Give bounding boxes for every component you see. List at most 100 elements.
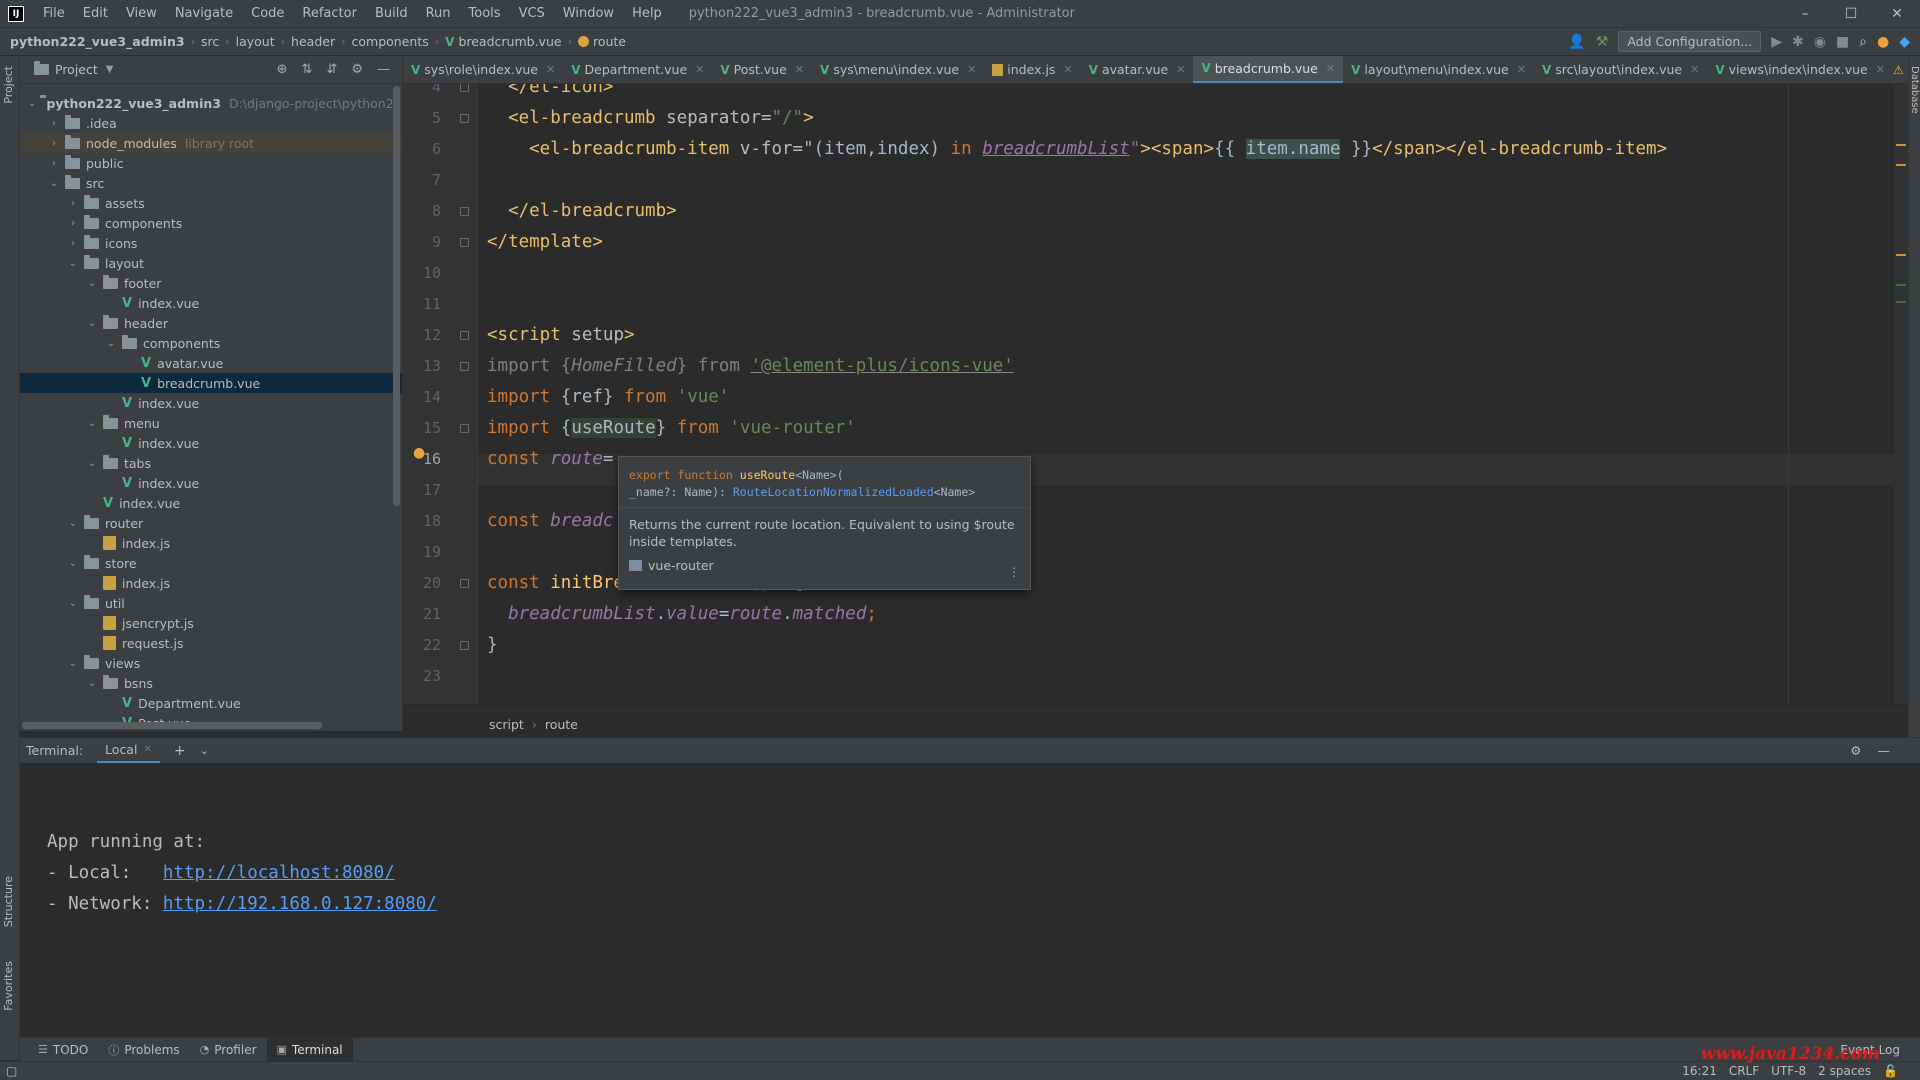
code-line[interactable]: } <box>487 630 498 661</box>
tree-file[interactable]: request.js <box>20 633 402 653</box>
change-marker[interactable] <box>1896 301 1906 303</box>
tool-tab-problems[interactable]: ⓘ Problems <box>98 1038 189 1062</box>
debug-icon[interactable]: ✱ <box>1792 34 1804 50</box>
project-tool-button[interactable]: Project <box>2 66 15 104</box>
fold-marker-icon[interactable] <box>460 238 469 247</box>
code-line[interactable]: breadcrumbList.value=route.matched; <box>487 599 877 630</box>
terminal-panel[interactable]: Terminal: Local ✕ + ⌄ ⚙ — App running at:… <box>20 737 1920 1037</box>
expand-all-icon[interactable]: ⇅ <box>302 62 313 77</box>
caret-position[interactable]: 16:21 <box>1682 1064 1717 1078</box>
tree-folder[interactable]: ⌄ components <box>20 333 402 353</box>
tool-tab-terminal[interactable]: ▣ Terminal <box>266 1037 353 1062</box>
tree-folder[interactable]: ⌄ router <box>20 513 402 533</box>
editor-tab[interactable]: V Department.vue ✕ <box>563 56 712 83</box>
line-separator[interactable]: CRLF <box>1729 1064 1759 1078</box>
chevron-down-icon[interactable]: ▼ <box>106 64 114 75</box>
project-view-selector[interactable]: Project <box>55 62 98 77</box>
chevron-right-icon[interactable]: › <box>66 218 80 229</box>
more-options-icon[interactable]: ⋮ <box>1008 565 1020 579</box>
tree-file[interactable]: V Department.vue <box>20 693 402 713</box>
tree-folder[interactable]: ⌄ header <box>20 313 402 333</box>
menu-window[interactable]: Window <box>554 6 623 21</box>
chevron-right-icon[interactable]: › <box>66 198 80 209</box>
breadcrumb-item[interactable]: breadcrumb.vue <box>458 34 561 49</box>
chevron-down-icon[interactable]: ⌄ <box>85 678 99 689</box>
chevron-down-icon[interactable]: ⌄ <box>85 278 99 289</box>
network-url-link[interactable]: http://192.168.0.127:8080/ <box>163 894 437 914</box>
hide-icon[interactable]: — <box>377 62 390 77</box>
chevron-down-icon[interactable]: ⌄ <box>66 598 80 609</box>
tree-folder[interactable]: ⌄ menu <box>20 413 402 433</box>
crumb-route[interactable]: route <box>545 717 578 732</box>
menu-tools[interactable]: Tools <box>460 6 510 21</box>
update-icon[interactable]: ● <box>1877 34 1889 50</box>
fold-marker-icon[interactable] <box>460 424 469 433</box>
layout-icon[interactable]: ▢ <box>6 1064 17 1078</box>
lock-icon[interactable]: 🔓 <box>1883 1064 1898 1078</box>
chevron-right-icon[interactable]: › <box>47 118 61 129</box>
chevron-right-icon[interactable]: › <box>66 238 80 249</box>
tree-file[interactable]: Vindex.vue <box>20 493 402 513</box>
breadcrumb-item[interactable]: python222_vue3_admin3 <box>10 34 185 49</box>
gear-icon[interactable]: ⚙ <box>351 62 363 77</box>
run-icon[interactable]: ▶ <box>1771 34 1782 50</box>
editor-tab[interactable]: V Post.vue ✕ <box>712 56 812 83</box>
tree-folder[interactable]: › node_modules library root <box>20 133 402 153</box>
tree-file[interactable]: Vindex.vue <box>20 393 402 413</box>
menu-code[interactable]: Code <box>242 6 293 21</box>
tree-folder[interactable]: ⌄ bsns <box>20 673 402 693</box>
close-icon[interactable]: ✕ <box>1874 6 1920 22</box>
change-marker[interactable] <box>1896 284 1906 286</box>
tree-file[interactable]: jsencrypt.js <box>20 613 402 633</box>
indent-setting[interactable]: 2 spaces <box>1818 1064 1871 1078</box>
signature-return-type[interactable]: RouteLocationNormalizedLoaded <box>733 485 934 499</box>
tree-file[interactable]: Vindex.vue <box>20 293 402 313</box>
error-stripe[interactable] <box>1894 84 1908 704</box>
crumb-script[interactable]: script <box>489 717 524 732</box>
menu-run[interactable]: Run <box>417 6 460 21</box>
menu-build[interactable]: Build <box>366 6 417 21</box>
code-editor[interactable]: 4 5 6 7 8 9 10 11 12 13 14 15 16 17 18 19 20 21 22 23 </el-… <box>403 84 1908 704</box>
editor-tab[interactable]: Vviews\index\index.vue ✕ <box>1707 56 1893 83</box>
menu-view[interactable]: View <box>117 6 166 21</box>
code-line[interactable]: <script setup> <box>487 320 635 351</box>
database-tool-button[interactable]: Database <box>1909 66 1920 114</box>
close-icon[interactable]: ✕ <box>143 744 151 755</box>
tree-folder[interactable]: › components <box>20 213 402 233</box>
tree-folder[interactable]: › .idea <box>20 113 402 133</box>
breadcrumb-item[interactable]: route <box>593 34 626 49</box>
breadcrumb-item[interactable]: components <box>352 34 429 49</box>
code-line[interactable]: </el-icon> <box>487 84 613 103</box>
tree-folder[interactable]: ⌄ footer <box>20 273 402 293</box>
local-url-link[interactable]: http://localhost:8080/ <box>163 863 395 883</box>
menu-refactor[interactable]: Refactor <box>293 6 366 21</box>
breadcrumb-item[interactable]: header <box>291 34 335 49</box>
file-encoding[interactable]: UTF-8 <box>1771 1064 1806 1078</box>
code-line[interactable]: import {useRoute} from 'vue-router' <box>487 413 856 444</box>
code-line[interactable]: import {HomeFilled} from '@element-plus/… <box>487 351 1014 382</box>
tree-vertical-scrollbar[interactable] <box>393 86 400 506</box>
tree-folder[interactable]: ⌄ layout <box>20 253 402 273</box>
editor-tab[interactable]: Vbreadcrumb.vue ✕ <box>1193 56 1344 83</box>
fold-marker-icon[interactable] <box>460 207 469 216</box>
tree-file[interactable]: Vindex.vue <box>20 433 402 453</box>
tree-folder[interactable]: ⌄ store <box>20 553 402 573</box>
warning-marker[interactable] <box>1896 144 1906 146</box>
breadcrumb-item[interactable]: src <box>201 34 219 49</box>
close-icon[interactable]: ✕ <box>1326 62 1335 75</box>
tree-folder[interactable]: ⌄ views <box>20 653 402 673</box>
chevron-down-icon[interactable]: ⌄ <box>66 658 80 669</box>
code-line[interactable]: </el-breadcrumb> <box>487 196 677 227</box>
build-hammer-icon[interactable]: ⚒ <box>1596 34 1609 50</box>
close-icon[interactable]: ✕ <box>1176 63 1185 76</box>
stop-icon[interactable]: ■ <box>1836 34 1849 50</box>
close-icon[interactable]: ✕ <box>546 63 555 76</box>
editor-tab[interactable]: Vsys\menu\index.vue ✕ <box>812 56 984 83</box>
intention-bulb-icon[interactable]: ● <box>413 445 425 461</box>
structure-tool-button[interactable]: Structure <box>2 876 15 927</box>
warning-marker[interactable] <box>1896 164 1906 166</box>
tool-tab-todo[interactable]: ☰ TODO <box>28 1038 98 1062</box>
tree-file[interactable]: index.js <box>20 533 402 553</box>
tree-folder[interactable]: › icons <box>20 233 402 253</box>
hide-icon[interactable]: — <box>1878 743 1891 758</box>
